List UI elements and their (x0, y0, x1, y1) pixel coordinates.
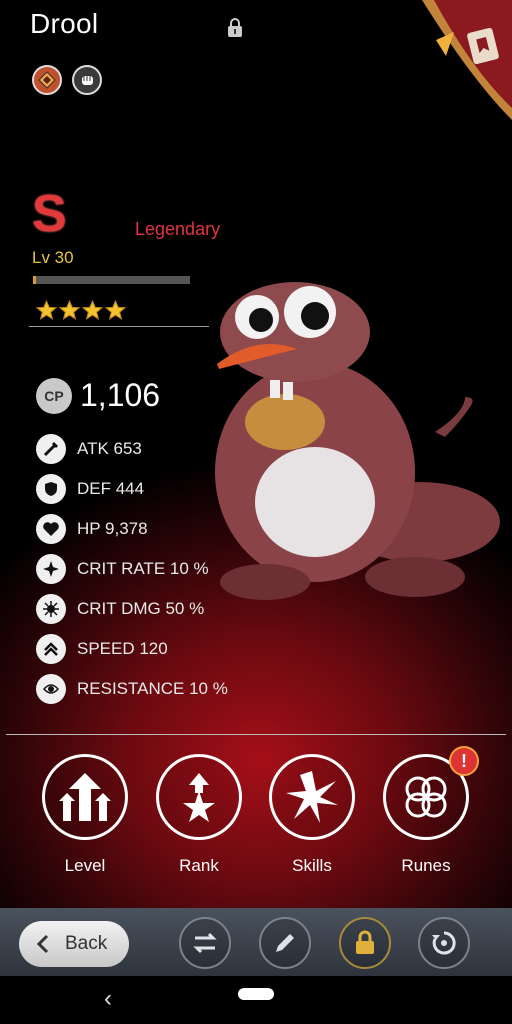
skills-burst-icon[interactable] (269, 754, 355, 840)
stat-def-text: DEF 444 (77, 479, 145, 498)
runes-label-text: Runes (401, 856, 451, 875)
rarity-label: Legendary (135, 219, 221, 239)
star-icon (36, 300, 57, 321)
star-icon (59, 300, 80, 321)
back-label: Back (65, 933, 108, 954)
combat-power: CP 1,106 (36, 377, 160, 414)
stat-crit-dmg-text: CRIT DMG 50 % (77, 599, 205, 618)
level-button[interactable]: Level (39, 754, 131, 876)
rank-star-icon[interactable] (156, 754, 242, 840)
android-nav-bar (0, 976, 512, 1024)
speed-icon (36, 634, 66, 664)
skills-label-text: Skills (292, 856, 332, 875)
actions-divider (6, 734, 506, 735)
creature-illustration (215, 282, 500, 600)
stat-speed-text: SPEED 120 (77, 639, 168, 658)
recycle-icon (432, 931, 456, 955)
cp-value: 1,106 (80, 377, 161, 413)
xp-progress-fill (33, 276, 37, 284)
stat-hp: HP 9,378 (36, 514, 148, 544)
lock-icon[interactable] (226, 18, 244, 38)
heart-icon (36, 514, 66, 544)
level-up-arrows-icon[interactable] (42, 754, 128, 840)
runes-alert-badge: ! (449, 746, 479, 776)
pencil-icon (276, 934, 294, 952)
crit-dmg-icon (36, 594, 66, 624)
codex-book-icon[interactable] (412, 0, 512, 120)
swap-arrows-icon (193, 932, 217, 954)
fist-class-icon (72, 65, 102, 95)
stat-def: DEF 444 (36, 474, 144, 504)
grade-letter: S (32, 185, 67, 243)
nav-back-icon[interactable]: ‹ (104, 985, 112, 1013)
skills-button[interactable]: Skills (266, 754, 358, 876)
stat-crit-dmg: CRIT DMG 50 % (36, 594, 204, 624)
stat-crit-rate-text: CRIT RATE 10 % (77, 559, 209, 578)
level-label: Lv 30 (32, 248, 74, 267)
stat-speed: SPEED 120 (36, 634, 168, 664)
stat-hp-text: HP 9,378 (77, 519, 148, 538)
star-icon (82, 300, 103, 321)
lock-icon (356, 930, 374, 954)
crit-rate-icon (36, 554, 66, 584)
stat-atk: ATK 653 (36, 434, 142, 464)
lock-button[interactable] (339, 917, 391, 969)
level-label-text: Level (64, 856, 106, 875)
back-button[interactable]: Back (19, 921, 129, 967)
creature-name: Drool (30, 8, 99, 39)
rank-button[interactable]: Rank (153, 754, 245, 876)
nav-home-pill[interactable] (238, 988, 274, 1000)
chevron-left-icon (36, 934, 49, 954)
stat-crit-rate: CRIT RATE 10 % (36, 554, 209, 584)
cp-badge-icon: CP (36, 377, 72, 414)
star-rating (36, 300, 126, 321)
element-earth-icon (32, 65, 62, 95)
xp-progress-bar (33, 276, 190, 284)
resistance-icon (36, 674, 66, 704)
stars-divider (29, 326, 209, 327)
stat-atk-text: ATK 653 (77, 439, 142, 458)
shield-icon (36, 474, 66, 504)
element-badges (32, 65, 102, 95)
stat-resistance: RESISTANCE 10 % (36, 674, 228, 704)
rename-button[interactable] (259, 917, 311, 969)
swap-button[interactable] (179, 917, 231, 969)
release-button[interactable] (418, 917, 470, 969)
star-icon (105, 300, 126, 321)
stat-resistance-text: RESISTANCE 10 % (77, 679, 228, 698)
sword-icon (36, 434, 66, 464)
rank-label-text: Rank (179, 856, 219, 875)
